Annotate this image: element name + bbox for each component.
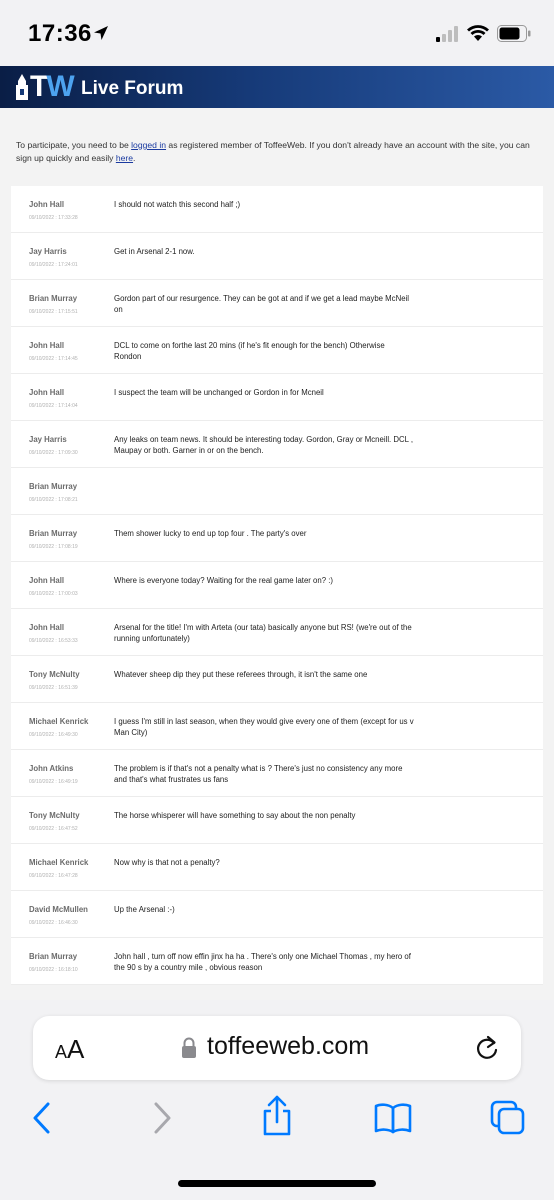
home-indicator: [178, 1180, 376, 1187]
forward-icon[interactable]: [150, 1100, 174, 1141]
post-message: Up the Arsenal :-): [114, 905, 175, 914]
forum-post: John Hall 09/10/2022 : 17:33:28 I should n…: [11, 186, 543, 233]
share-icon[interactable]: [260, 1094, 294, 1143]
post-author[interactable]: Michael Kenrick: [29, 858, 88, 867]
post-message: DCL to come on forthe last 20 mins (if h…: [114, 341, 385, 361]
forum-post: Brian Murray 09/10/2022 : 17:15:51 Gordon …: [11, 280, 543, 327]
post-author[interactable]: Brian Murray: [29, 529, 77, 538]
forum-post: Tony McNulty 09/10/2022 : 16:47:52 The hor…: [11, 797, 543, 844]
page-content: To participate, you need to be logged in…: [0, 108, 554, 1000]
post-message: Get in Arsenal 2-1 now.: [114, 247, 195, 256]
post-message: Gordon part of our resurgence. They can …: [114, 294, 410, 314]
login-link[interactable]: logged in: [131, 140, 166, 150]
post-timestamp: 09/10/2022 : 17:08:21: [29, 497, 78, 503]
signal-icon: [436, 26, 460, 42]
post-author[interactable]: Brian Murray: [29, 952, 77, 961]
post-message: John hall , turn off now effin jinx ha h…: [114, 952, 411, 972]
reload-icon[interactable]: [474, 1034, 500, 1067]
post-timestamp: 09/10/2022 : 17:33:28: [29, 215, 78, 221]
post-message: I suspect the team will be unchanged or …: [114, 388, 324, 397]
post-timestamp: 09/10/2022 : 17:08:19: [29, 544, 78, 550]
address-bar[interactable]: AA toffeeweb.com: [33, 1016, 521, 1080]
post-timestamp: 09/10/2022 : 16:47:28: [29, 873, 78, 879]
forum-post: Jay Harris 09/10/2022 : 17:09:30 Any leaks…: [11, 421, 543, 468]
post-author[interactable]: Brian Murray: [29, 294, 77, 303]
post-timestamp: 09/10/2022 : 16:46:30: [29, 920, 78, 926]
forum-post: Brian Murray 09/10/2022 : 17:08:21: [11, 468, 543, 515]
lock-icon: [181, 1037, 197, 1064]
location-arrow-icon: [92, 24, 110, 47]
status-time: 17:36: [28, 20, 92, 47]
post-message: Any leaks on team news. It should be int…: [114, 435, 414, 455]
signup-link[interactable]: here: [116, 153, 133, 163]
post-timestamp: 09/10/2022 : 17:15:51: [29, 309, 78, 315]
forum-post: John Hall 09/10/2022 : 17:00:03 Where is e…: [11, 562, 543, 609]
forum-post: Jay Harris 09/10/2022 : 17:24:01 Get in Ar…: [11, 233, 543, 280]
forum-post: John Hall 09/10/2022 : 16:53:33 Arsenal fo…: [11, 609, 543, 656]
site-header: TW Live Forum: [0, 66, 554, 108]
reader-options-button[interactable]: AA: [55, 1034, 84, 1065]
tower-logo-icon: [12, 72, 32, 107]
post-author[interactable]: John Hall: [29, 200, 64, 209]
post-timestamp: 09/10/2022 : 16:47:52: [29, 826, 78, 832]
post-timestamp: 09/10/2022 : 17:09:30: [29, 450, 78, 456]
status-bar: 17:36: [0, 0, 554, 66]
post-author[interactable]: Brian Murray: [29, 482, 77, 491]
browser-toolbar: [0, 1092, 554, 1200]
tabs-icon[interactable]: [490, 1100, 526, 1141]
forum-post: Brian Murray 09/10/2022 : 16:18:10 John ha…: [11, 938, 543, 985]
site-logo[interactable]: TW: [30, 70, 75, 104]
post-timestamp: 09/10/2022 : 16:51:39: [29, 685, 78, 691]
post-message: Arsenal for the title! I'm with Arteta (…: [114, 623, 412, 643]
post-message: Them shower lucky to end up top four . T…: [114, 529, 307, 538]
post-author[interactable]: John Hall: [29, 341, 64, 350]
forum-post: John Hall 09/10/2022 : 17:14:45 DCL to com…: [11, 327, 543, 374]
post-timestamp: 09/10/2022 : 17:24:01: [29, 262, 78, 268]
post-timestamp: 09/10/2022 : 16:49:19: [29, 779, 78, 785]
post-message: The problem is if that's not a penalty w…: [114, 764, 403, 784]
forum-post: Tony McNulty 09/10/2022 : 16:51:39 Whateve…: [11, 656, 543, 703]
post-message: I guess I'm still in last season, when t…: [114, 717, 414, 737]
post-author[interactable]: David McMullen: [29, 905, 88, 914]
post-author[interactable]: John Hall: [29, 576, 64, 585]
bookmarks-icon[interactable]: [374, 1102, 412, 1139]
post-timestamp: 09/10/2022 : 16:18:10: [29, 967, 78, 973]
post-author[interactable]: Tony McNulty: [29, 811, 80, 820]
post-author[interactable]: Jay Harris: [29, 435, 67, 444]
forum-post: Michael Kenrick 09/10/2022 : 16:49:30 I gu…: [11, 703, 543, 750]
forum-post: David McMullen 09/10/2022 : 16:46:30 Up th…: [11, 891, 543, 938]
post-author[interactable]: John Hall: [29, 623, 64, 632]
forum-post: Brian Murray 09/10/2022 : 17:08:19 Them sh…: [11, 515, 543, 562]
post-timestamp: 09/10/2022 : 17:14:04: [29, 403, 78, 409]
forum-post: John Hall 09/10/2022 : 17:14:04 I suspect …: [11, 374, 543, 421]
post-message: Whatever sheep dip they put these refere…: [114, 670, 368, 679]
post-timestamp: 09/10/2022 : 17:14:45: [29, 356, 78, 362]
battery-icon: [497, 25, 531, 47]
post-timestamp: 09/10/2022 : 16:49:30: [29, 732, 78, 738]
post-timestamp: 09/10/2022 : 16:53:33: [29, 638, 78, 644]
url-text[interactable]: toffeeweb.com: [207, 1032, 369, 1061]
page-title: Live Forum: [81, 78, 184, 99]
post-author[interactable]: Michael Kenrick: [29, 717, 88, 726]
wifi-icon: [466, 24, 490, 47]
forum-post-list: John Hall 09/10/2022 : 17:33:28 I should n…: [11, 186, 543, 985]
post-author[interactable]: Jay Harris: [29, 247, 67, 256]
post-timestamp: 09/10/2022 : 17:00:03: [29, 591, 78, 597]
post-author[interactable]: John Atkins: [29, 764, 73, 773]
post-author[interactable]: Tony McNulty: [29, 670, 80, 679]
intro-text: To participate, you need to be logged in…: [16, 140, 530, 163]
back-icon[interactable]: [30, 1100, 54, 1141]
post-author[interactable]: John Hall: [29, 388, 64, 397]
post-message: I should not watch this second half ;): [114, 200, 241, 209]
post-message: Where is everyone today? Waiting for the…: [114, 576, 333, 585]
forum-post: John Atkins 09/10/2022 : 16:49:19 The prob…: [11, 750, 543, 797]
post-message: The horse whisperer will have something …: [114, 811, 356, 820]
post-message: Now why is that not a penalty?: [114, 858, 220, 867]
forum-post: Michael Kenrick 09/10/2022 : 16:47:28 Now …: [11, 844, 543, 891]
